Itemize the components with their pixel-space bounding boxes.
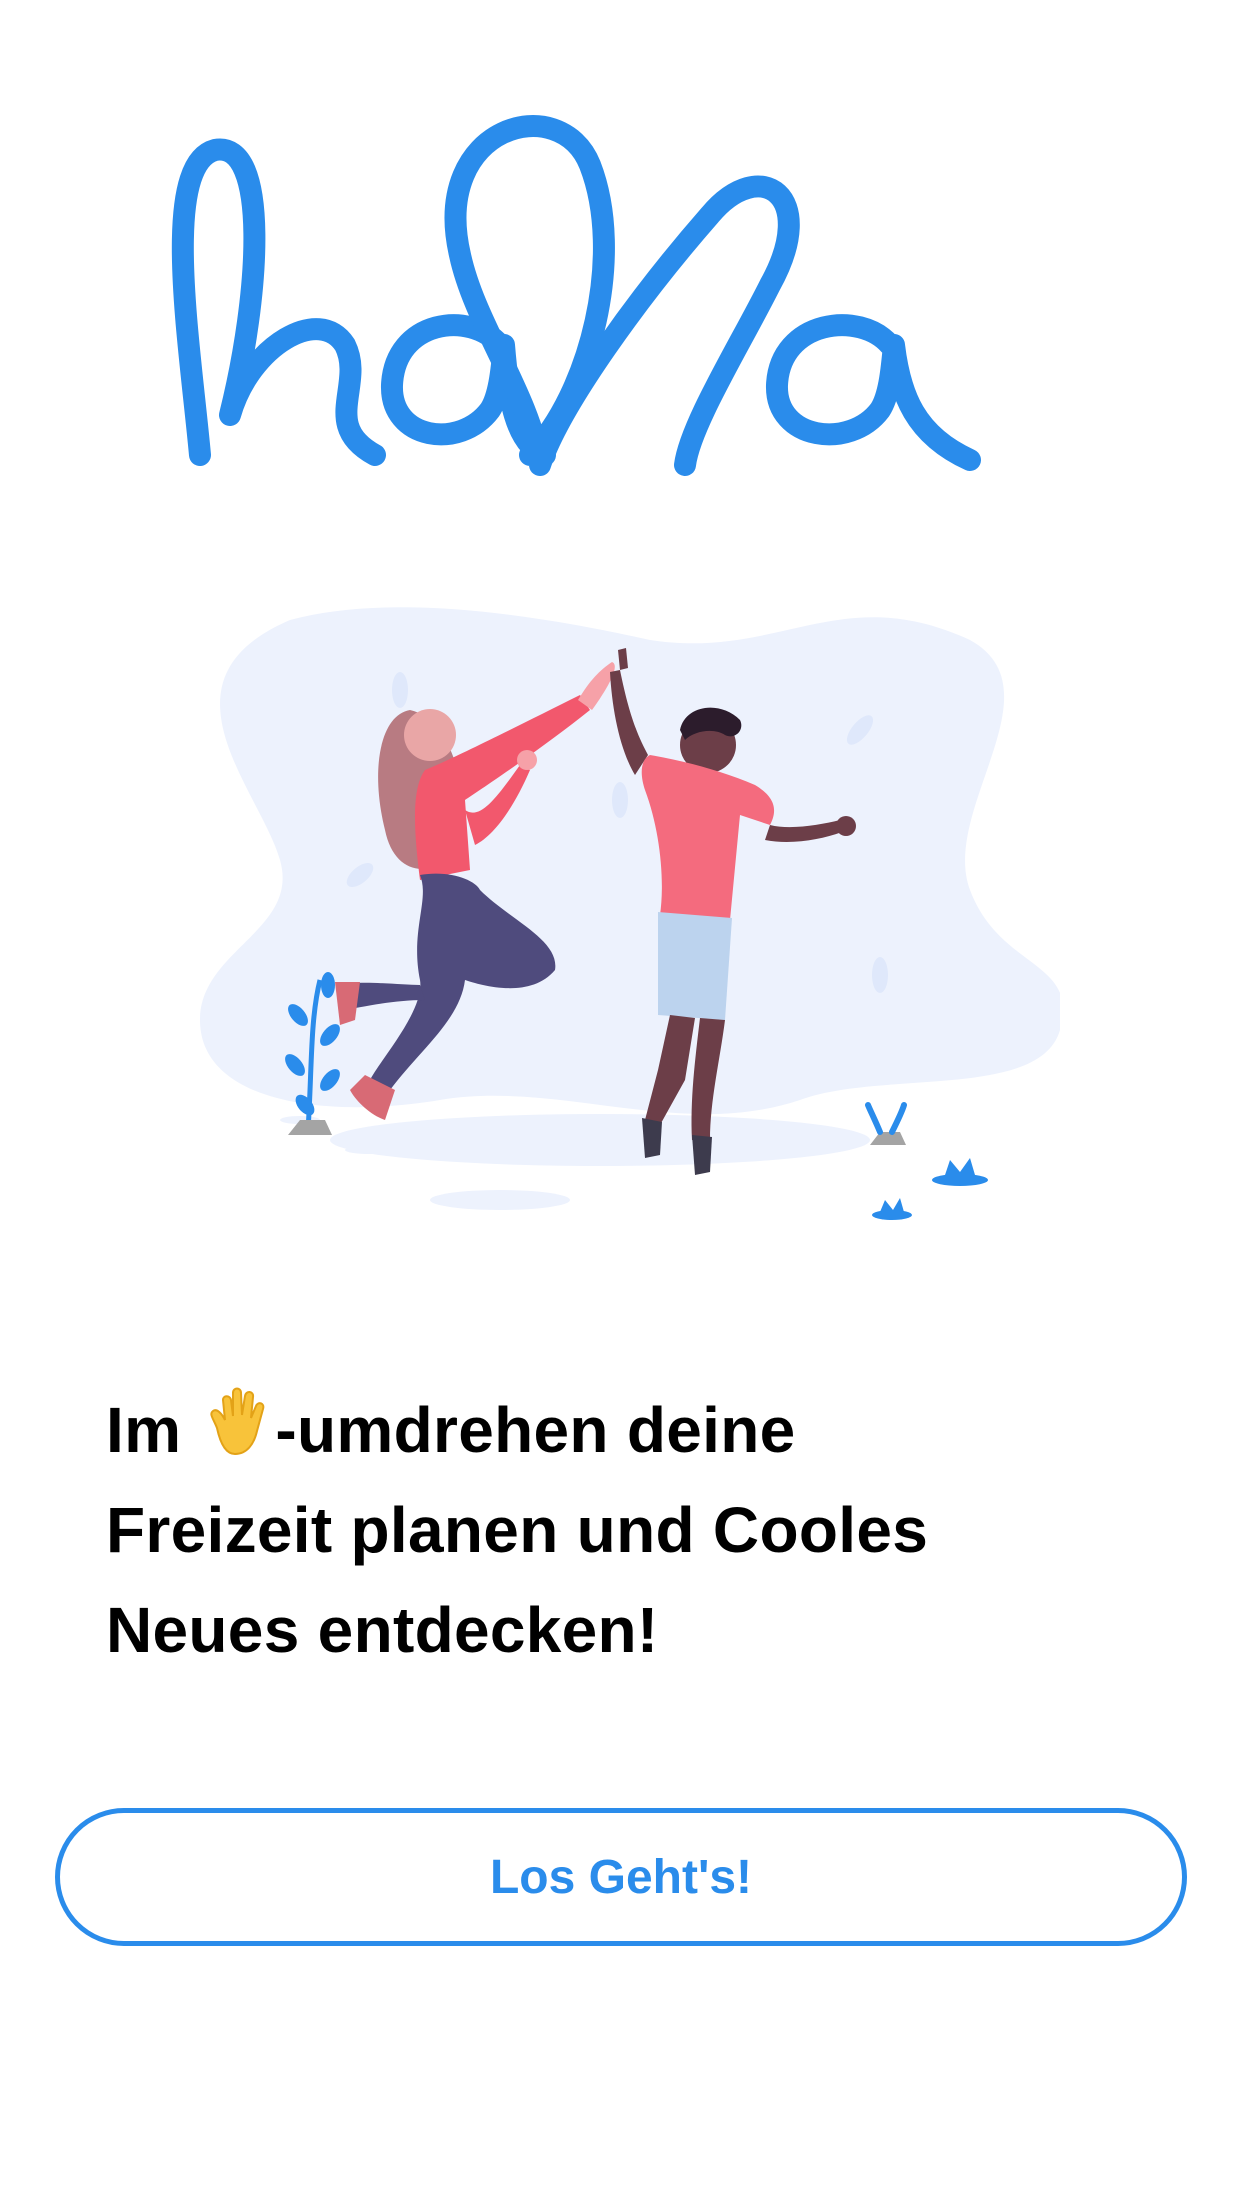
high-five-illustration bbox=[200, 607, 1060, 1220]
headline-line1-rest: -umdrehen deine bbox=[275, 1394, 796, 1466]
ground-shadow bbox=[330, 1114, 870, 1166]
halla-logo bbox=[171, 115, 981, 476]
headline-prefix: Im bbox=[106, 1394, 182, 1466]
headline-line3: Neues entdecken! bbox=[106, 1594, 659, 1666]
start-button[interactable]: Los Geht's! bbox=[55, 1808, 1187, 1946]
raised-hand-icon bbox=[210, 1387, 265, 1456]
plant-right bbox=[865, 1102, 988, 1220]
onboarding-headline: Im -umdrehen deine Freizeit planen und C… bbox=[106, 1380, 1146, 1680]
headline-line2: Freizeit planen und Cooles bbox=[106, 1494, 929, 1566]
